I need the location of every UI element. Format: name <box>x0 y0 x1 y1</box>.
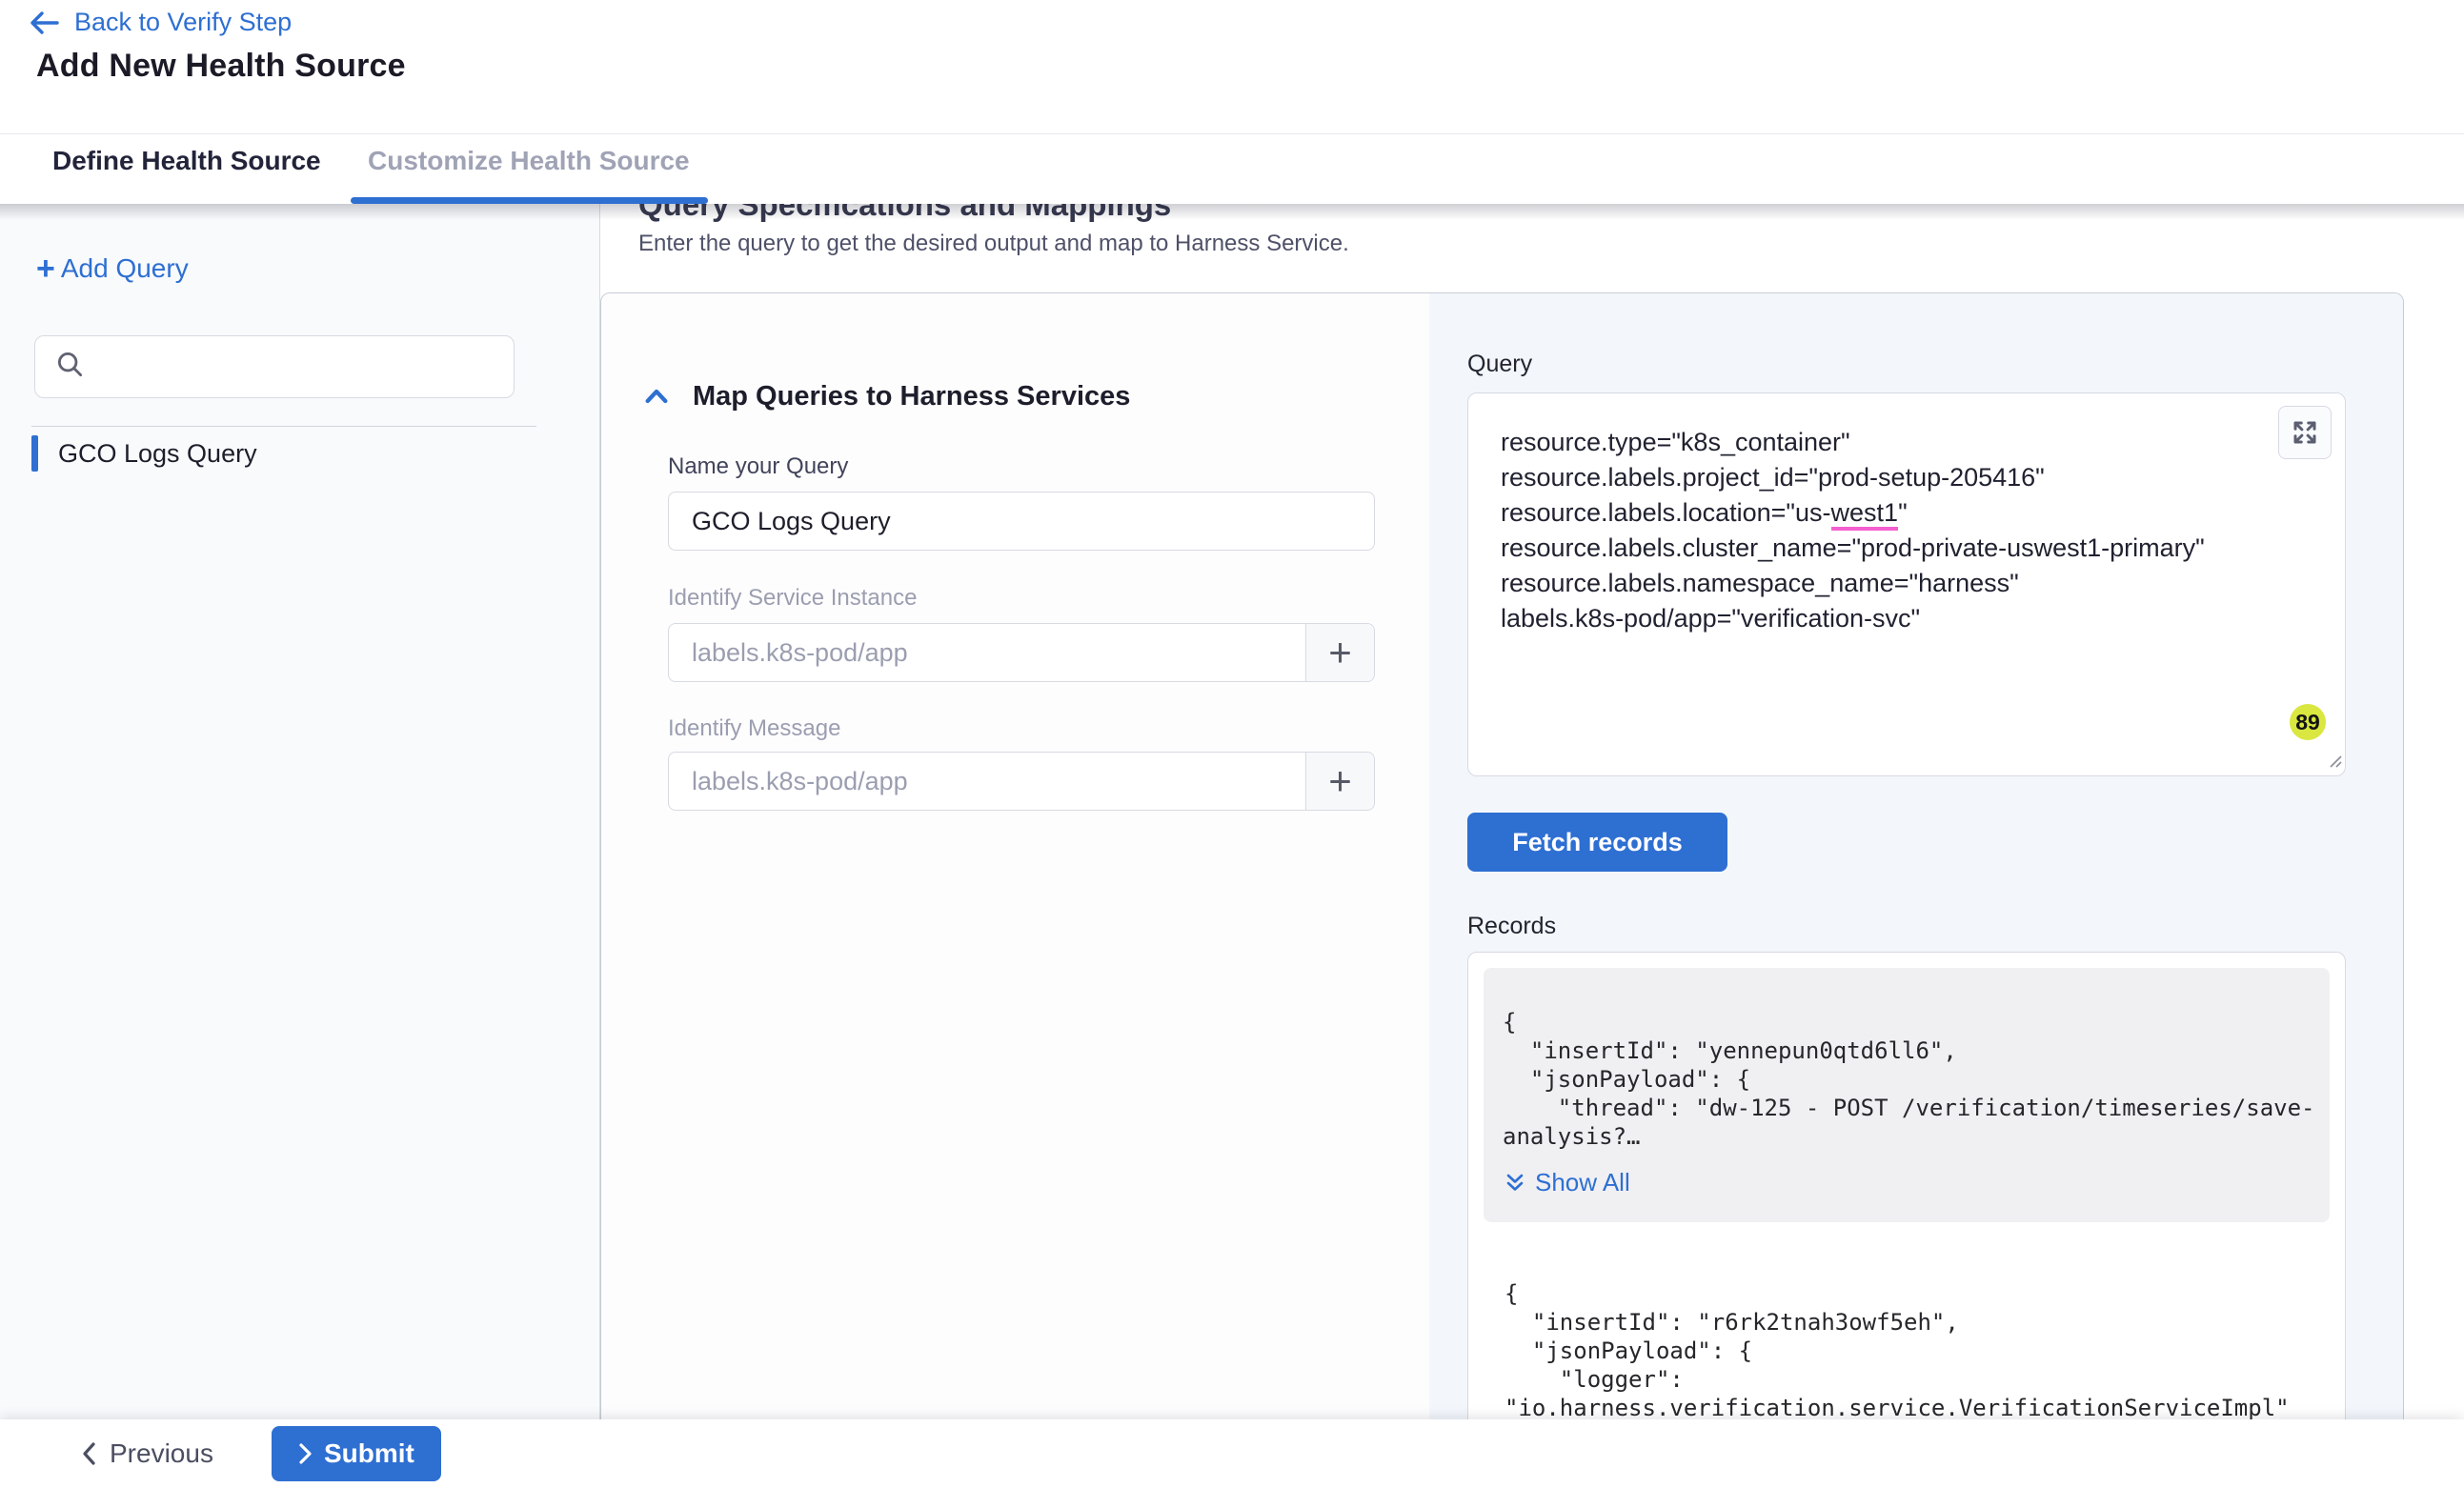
back-arrow-icon <box>29 10 59 36</box>
record-1-json: { "insertId": "yennepun0qtd6ll6", "jsonP… <box>1503 1008 2316 1151</box>
expand-icon <box>2291 418 2319 447</box>
query-sidebar: + Add Query GCO Logs Query <box>0 204 600 1419</box>
message-field: + <box>668 752 1375 811</box>
query-text: resource.type="k8s_container"resource.la… <box>1468 393 2345 636</box>
query-name-input[interactable] <box>669 493 1374 550</box>
records-container: { "insertId": "yennepun0qtd6ll6", "jsonP… <box>1467 952 2346 1419</box>
page-title: Add New Health Source <box>36 48 406 85</box>
previous-button[interactable]: Previous <box>81 1438 213 1469</box>
page-header: Back to Verify Step Add New Health Sourc… <box>0 0 2464 134</box>
name-your-query-label: Name your Query <box>668 453 848 480</box>
add-query-button[interactable]: + Add Query <box>36 253 189 284</box>
chevron-left-icon <box>81 1441 96 1466</box>
search-icon <box>54 349 87 386</box>
show-all-link[interactable]: Show All <box>1505 1168 2316 1197</box>
chevron-up-icon[interactable] <box>641 382 672 412</box>
sidebar-item-gco-logs-query[interactable]: GCO Logs Query <box>31 434 257 473</box>
query-item-label: GCO Logs Query <box>58 439 257 469</box>
expand-query-button[interactable] <box>2278 406 2332 459</box>
query-name-field <box>668 492 1375 551</box>
double-chevron-down-icon <box>1505 1172 1525 1195</box>
selected-indicator-bar <box>31 435 38 472</box>
active-tab-indicator <box>351 197 708 204</box>
query-mapping-panel: Map Queries to Harness Services Name you… <box>600 292 2404 1419</box>
add-query-label: Add Query <box>61 253 189 284</box>
query-search-box[interactable] <box>34 335 515 398</box>
service-instance-input[interactable] <box>669 624 1305 681</box>
section-heading: Query Specifications and Mappings <box>638 204 1171 223</box>
service-instance-add-button[interactable]: + <box>1305 624 1374 681</box>
record-item-2: { "insertId": "r6rk2tnah3owf5eh", "jsonP… <box>1505 1279 2330 1419</box>
sidebar-divider <box>31 426 536 427</box>
footer-bar: Previous Submit <box>0 1419 2464 1488</box>
fetch-records-button[interactable]: Fetch records <box>1467 813 1727 872</box>
query-editor[interactable]: resource.type="k8s_container"resource.la… <box>1467 392 2346 776</box>
previous-label: Previous <box>110 1438 213 1469</box>
back-to-verify-step-link[interactable]: Back to Verify Step <box>29 8 292 37</box>
show-all-label: Show All <box>1535 1168 1630 1197</box>
content-area: + Add Query GCO Logs Query Query Specifi… <box>0 204 2464 1419</box>
service-instance-field: + <box>668 623 1375 682</box>
back-link-label: Back to Verify Step <box>74 8 292 37</box>
map-queries-title: Map Queries to Harness Services <box>693 381 1130 412</box>
identify-service-instance-label: Identify Service Instance <box>668 585 917 612</box>
submit-button[interactable]: Submit <box>272 1426 441 1481</box>
query-search-input[interactable] <box>100 352 500 382</box>
character-count-badge: 89 <box>2290 704 2326 740</box>
plus-icon: + <box>36 255 55 282</box>
resize-handle[interactable] <box>2326 752 2342 773</box>
section-subheading: Enter the query to get the desired outpu… <box>638 231 1349 257</box>
message-input[interactable] <box>669 753 1305 810</box>
query-label: Query <box>1467 351 1532 378</box>
identify-message-label: Identify Message <box>668 715 840 742</box>
main-column: Query Specifications and Mappings Enter … <box>600 204 2464 1419</box>
record-item-1: { "insertId": "yennepun0qtd6ll6", "jsonP… <box>1484 968 2330 1222</box>
submit-label: Submit <box>324 1438 414 1469</box>
chevron-right-icon <box>298 1442 313 1465</box>
records-label: Records <box>1467 913 1556 940</box>
message-add-button[interactable]: + <box>1305 753 1374 810</box>
tab-customize-health-source[interactable]: Customize Health Source <box>368 146 690 176</box>
tab-define-health-source[interactable]: Define Health Source <box>52 146 321 176</box>
tab-bar: Define Health Source Customize Health So… <box>0 134 2464 204</box>
